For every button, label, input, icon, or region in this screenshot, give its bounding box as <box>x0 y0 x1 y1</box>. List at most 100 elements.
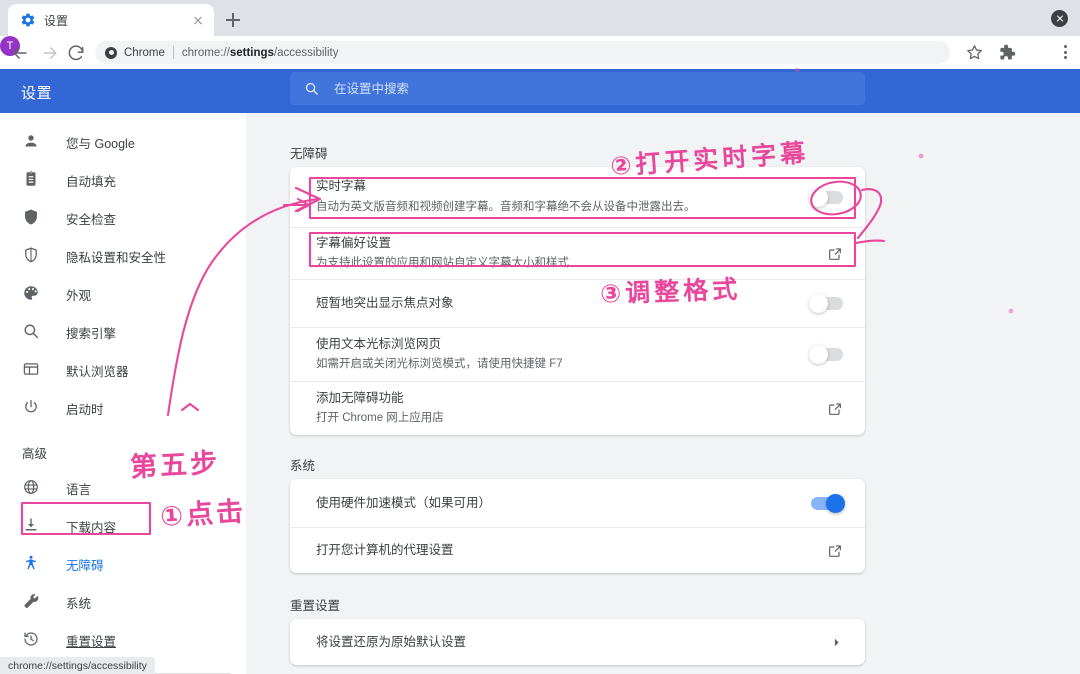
sidebar-item-label: 安全检查 <box>66 212 117 227</box>
sidebar-item-label: 您与 Google <box>66 136 135 151</box>
sidebar-item-system[interactable]: 系统 <box>0 583 246 621</box>
wrench-icon <box>22 592 42 612</box>
sidebar-item-label: 外观 <box>66 288 92 303</box>
row-focus-highlight[interactable]: 短暂地突出显示焦点对象 <box>290 279 865 327</box>
clipboard-icon <box>22 170 42 190</box>
settings-page: 您与 Google 自动填充 安全检查 隐私设置和安全性 外观 搜索引擎 默认浏… <box>0 113 1080 674</box>
sidebar-item-languages[interactable]: 语言 <box>0 469 246 507</box>
row-caption-preferences[interactable]: 字幕偏好设置 为支持此设置的应用和网站自定义字幕大小和样式 <box>290 227 865 279</box>
omnibox-url: chrome://settings/accessibility <box>181 46 339 59</box>
tab-close-icon[interactable] <box>190 12 206 28</box>
shield-lock-icon <box>22 246 42 266</box>
accessibility-card: 实时字幕 自动为英文版音频和视频创建字幕。音频和字幕绝不会从设备中泄露出去。 字… <box>290 167 865 435</box>
row-subtitle: 打开 Chrome 网上应用店 <box>316 412 444 425</box>
sidebar-item-appearance[interactable]: 外观 <box>0 275 246 313</box>
row-hardware-acceleration[interactable]: 使用硬件加速模式（如果可用） <box>290 479 865 527</box>
settings-search-box[interactable] <box>290 72 865 105</box>
browser-tab[interactable]: 设置 <box>8 4 214 36</box>
search-icon <box>22 322 42 342</box>
browser-window-icon <box>22 360 42 380</box>
row-title: 打开您计算机的代理设置 <box>316 543 454 558</box>
sidebar-item-label: 隐私设置和安全性 <box>66 250 167 265</box>
extensions-puzzle-icon[interactable] <box>997 43 1016 62</box>
palette-icon <box>22 284 42 304</box>
row-live-caption[interactable]: 实时字幕 自动为英文版音频和视频创建字幕。音频和字幕绝不会从设备中泄露出去。 <box>290 167 865 227</box>
external-link-icon[interactable] <box>827 401 843 417</box>
sidebar-item-search-engine[interactable]: 搜索引擎 <box>0 313 246 351</box>
sidebar-item-on-startup[interactable]: 启动时 <box>0 389 246 427</box>
toggle-live-caption[interactable] <box>809 187 843 207</box>
sidebar-item-label: 自动填充 <box>66 174 117 189</box>
star-icon[interactable] <box>965 43 984 62</box>
row-text: 打开您计算机的代理设置 <box>316 541 827 560</box>
page-title: 设置 <box>21 85 53 102</box>
row-title: 实时字幕 <box>316 179 367 194</box>
accessibility-icon <box>22 554 42 574</box>
browser-toolbar: Chrome chrome://settings/accessibility T <box>0 36 1080 69</box>
toggle-knob <box>809 345 828 364</box>
reload-icon[interactable] <box>66 43 86 63</box>
new-tab-button[interactable] <box>222 9 244 31</box>
reset-card: 将设置还原为原始默认设置 <box>290 619 865 665</box>
omnibox-divider <box>172 46 174 59</box>
row-proxy-settings[interactable]: 打开您计算机的代理设置 <box>290 527 865 573</box>
window-close-button[interactable] <box>1051 10 1068 27</box>
address-bar[interactable]: Chrome chrome://settings/accessibility <box>95 41 950 64</box>
toggle-knob <box>809 294 828 313</box>
row-restore-defaults[interactable]: 将设置还原为原始默认设置 <box>290 619 865 665</box>
sidebar-item-label: 启动时 <box>66 402 104 417</box>
row-subtitle: 为支持此设置的应用和网站自定义字幕大小和样式 <box>316 257 569 270</box>
sidebar-item-safety-check[interactable]: 安全检查 <box>0 199 246 237</box>
settings-gear-icon <box>20 12 36 28</box>
row-text: 添加无障碍功能 打开 Chrome 网上应用店 <box>316 389 827 429</box>
toggle-knob <box>826 493 845 513</box>
sidebar-group-advanced[interactable]: 高级 <box>0 435 246 469</box>
sidebar-item-you-and-google[interactable]: 您与 Google <box>0 123 246 161</box>
row-title: 添加无障碍功能 <box>316 390 404 405</box>
chevron-right-icon[interactable] <box>830 636 843 649</box>
download-icon <box>22 516 42 536</box>
person-icon <box>22 132 42 152</box>
sidebar-item-label: 下载内容 <box>66 520 117 535</box>
omnibox-scheme-label: Chrome <box>124 46 165 59</box>
sidebar-item-privacy-security[interactable]: 隐私设置和安全性 <box>0 237 246 275</box>
row-text: 将设置还原为原始默认设置 <box>316 633 830 652</box>
row-text: 使用文本光标浏览网页 如需开启或关闭光标浏览模式，请使用快捷键 F7 <box>316 335 811 375</box>
sidebar-item-accessibility[interactable]: 无障碍 <box>0 545 246 583</box>
external-link-icon[interactable] <box>827 543 843 559</box>
sidebar-item-label: 无障碍 <box>66 558 104 573</box>
toggle-caret-browsing[interactable] <box>809 345 843 364</box>
row-title: 短暂地突出显示焦点对象 <box>316 296 454 311</box>
row-title: 使用硬件加速模式（如果可用） <box>316 495 492 510</box>
browser-window: 设置 Chrome chrome://settings/accessibilit… <box>0 0 1080 674</box>
row-text: 实时字幕 自动为英文版音频和视频创建字幕。音频和字幕绝不会从设备中泄露出去。 <box>316 177 811 217</box>
forward-arrow-icon <box>40 43 60 63</box>
toggle-focus-highlight[interactable] <box>809 294 843 313</box>
sidebar-item-reset-settings[interactable]: 重置设置 <box>0 621 246 659</box>
toggle-knob <box>809 187 828 207</box>
row-add-accessibility-features[interactable]: 添加无障碍功能 打开 Chrome 网上应用店 <box>290 381 865 435</box>
more-menu-icon[interactable] <box>1058 43 1072 62</box>
sidebar-item-label: 默认浏览器 <box>66 364 129 379</box>
sidebar-item-downloads[interactable]: 下载内容 <box>0 507 246 545</box>
tab-strip: 设置 <box>0 0 1080 36</box>
row-text: 字幕偏好设置 为支持此设置的应用和网站自定义字幕大小和样式 <box>316 234 827 274</box>
sidebar-item-label: 语言 <box>66 482 92 497</box>
sidebar-item-label: 系统 <box>66 596 92 611</box>
row-caret-browsing[interactable]: 使用文本光标浏览网页 如需开启或关闭光标浏览模式，请使用快捷键 F7 <box>290 327 865 381</box>
back-arrow-icon[interactable] <box>10 43 30 63</box>
tab-title: 设置 <box>44 13 69 28</box>
sidebar-item-label: 重置设置 <box>66 634 117 649</box>
search-input[interactable] <box>332 80 851 97</box>
sidebar-item-default-browser[interactable]: 默认浏览器 <box>0 351 246 389</box>
row-title: 使用文本光标浏览网页 <box>316 336 442 351</box>
toggle-hardware-acceleration[interactable] <box>811 493 845 513</box>
status-bubble: chrome://settings/accessibility <box>0 657 155 674</box>
row-subtitle: 如需开启或关闭光标浏览模式，请使用快捷键 F7 <box>316 358 563 371</box>
external-link-icon[interactable] <box>827 246 843 262</box>
section-title-accessibility: 无障碍 <box>290 147 328 161</box>
history-restore-icon <box>22 630 42 650</box>
chrome-icon <box>105 46 117 59</box>
row-title: 字幕偏好设置 <box>316 235 392 250</box>
sidebar-item-autofill[interactable]: 自动填充 <box>0 161 246 199</box>
